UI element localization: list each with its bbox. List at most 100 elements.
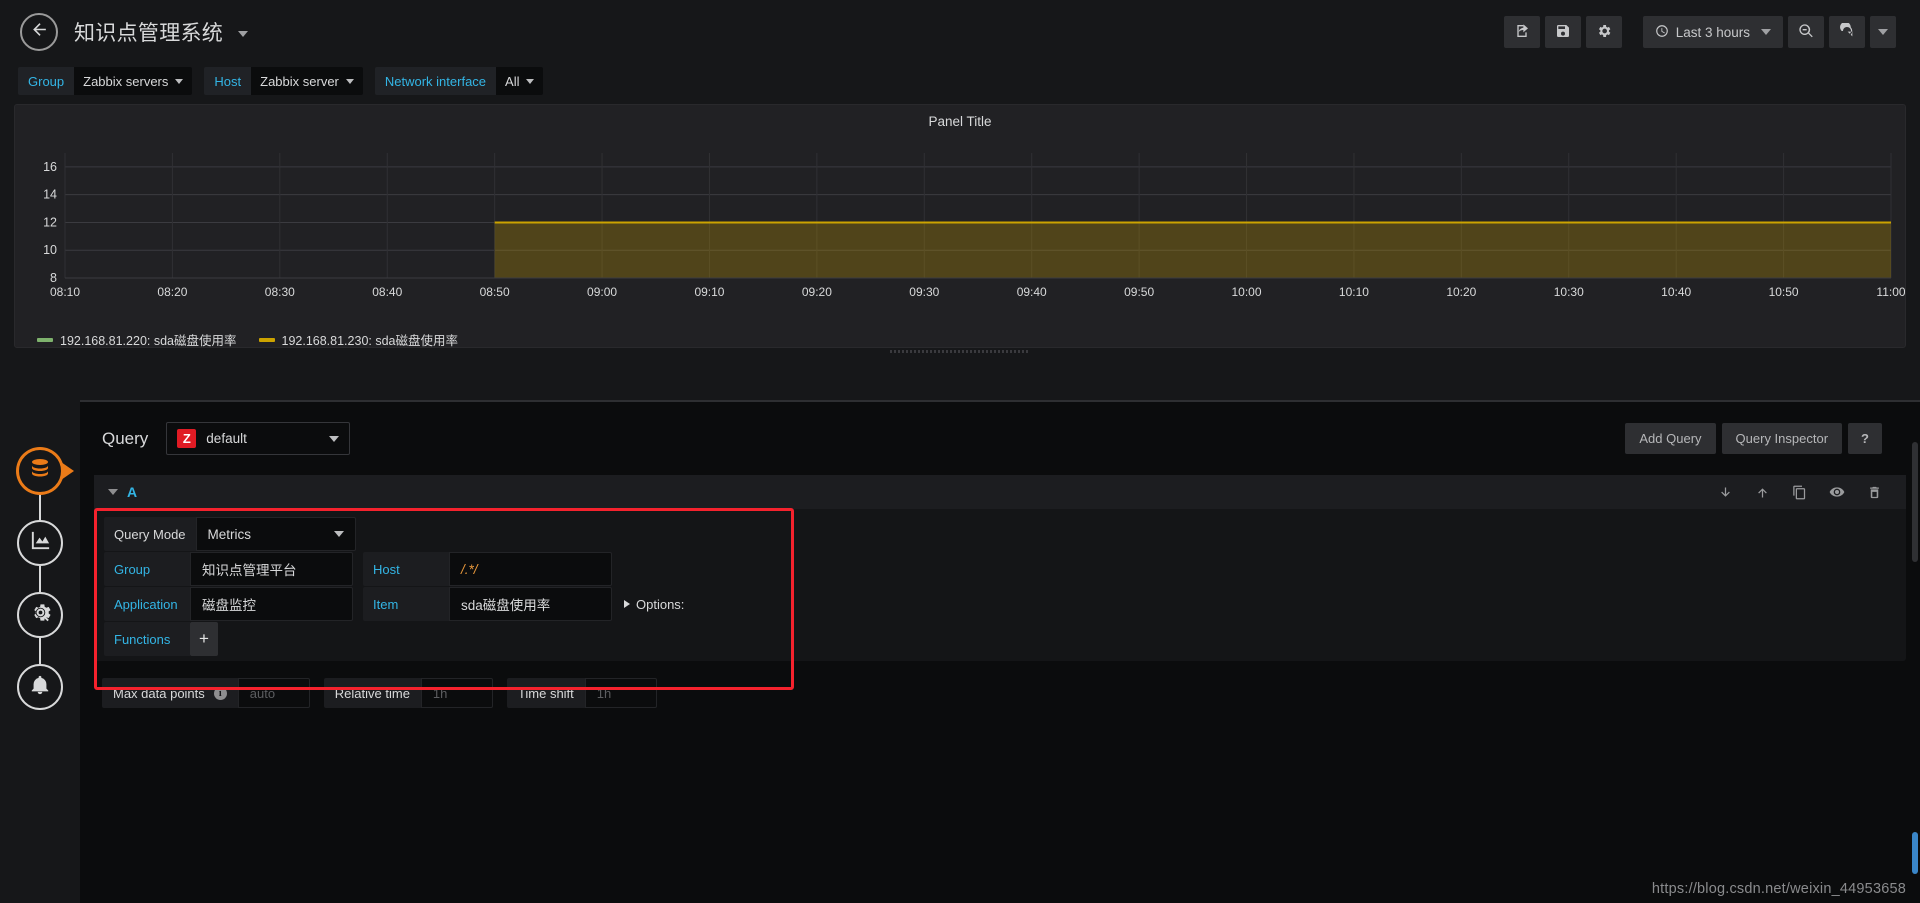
query-editor-header: Query Z default Add Query Query Inspecto…: [80, 402, 1920, 455]
zoom-out-button[interactable]: [1788, 16, 1824, 48]
time-shift-input[interactable]: 1h: [584, 678, 657, 708]
move-query-down-button[interactable]: [1718, 484, 1733, 500]
svg-text:08:10: 08:10: [50, 285, 80, 299]
legend-series-label: 192.168.81.230: sda磁盘使用率: [281, 334, 459, 348]
duplicate-query-button[interactable]: [1792, 484, 1807, 500]
svg-text:08:20: 08:20: [157, 285, 187, 299]
panel-resize-handle[interactable]: [890, 346, 1030, 356]
item-label: Item: [363, 587, 449, 621]
panel-title[interactable]: Panel Title: [15, 105, 1905, 129]
panel-editor-sidebar: [0, 448, 80, 710]
sidebar-item-visualization[interactable]: [17, 520, 63, 566]
svg-text:09:00: 09:00: [587, 285, 617, 299]
chevron-right-icon: [624, 600, 630, 608]
query-mode-value: Metrics: [207, 526, 252, 542]
variable-value-group[interactable]: Zabbix servers: [74, 67, 193, 95]
legend-item[interactable]: 192.168.81.220: sda磁盘使用率: [37, 330, 237, 349]
relative-time-label-wrap: Relative time: [323, 678, 421, 708]
graph-svg: 16 14 12 10 808:10 08:20 08:30 08:40 08:50 09:00 0…: [43, 153, 1905, 299]
application-label: Application: [104, 587, 190, 621]
dashboard-title[interactable]: 知识点管理系统: [74, 17, 249, 47]
svg-text:12: 12: [43, 215, 57, 229]
query-mode-select[interactable]: Metrics: [195, 517, 356, 551]
query-mode-row: Query Mode Metrics: [94, 517, 1906, 551]
sidebar-connector: [39, 638, 41, 664]
legend-series-label: 192.168.81.220: sda磁盘使用率: [60, 334, 237, 348]
host-input[interactable]: /.*/: [449, 552, 612, 586]
query-row-header: A: [94, 475, 1906, 509]
graph-plot-area[interactable]: 16 14 12 10 8 08:10 08:20 08:30 08:40 08:50 09:00 0…: [15, 131, 1905, 326]
editor-scrollbar[interactable]: [1912, 442, 1918, 562]
variable-label-network-interface: Network interface: [374, 67, 497, 95]
time-range-picker[interactable]: Last 3 hours: [1642, 16, 1783, 48]
relative-time-placeholder: 1h: [432, 685, 448, 701]
editor-scrollbar-thumb[interactable]: [1912, 832, 1918, 874]
relative-time-input[interactable]: 1h: [420, 678, 493, 708]
graph-legend: 192.168.81.220: sda磁盘使用率 192.168.81.230: …: [37, 330, 458, 349]
variable-label-group: Group: [18, 67, 75, 95]
svg-text:09:30: 09:30: [909, 285, 939, 299]
svg-text:08:40: 08:40: [372, 285, 402, 299]
query-row-actions: [1718, 484, 1892, 500]
sidebar-item-queries[interactable]: [17, 448, 63, 494]
group-input[interactable]: 知识点管理平台: [190, 552, 353, 586]
options-toggle[interactable]: Options:: [612, 587, 684, 621]
sidebar-item-alert[interactable]: [17, 664, 63, 710]
graph-panel[interactable]: Panel Title 16 14 12 10 8 08:10 08:20 08:30 08:4…: [14, 104, 1906, 353]
svg-text:09:10: 09:10: [694, 285, 724, 299]
svg-text:08:50: 08:50: [480, 285, 510, 299]
query-options-row: Max data points i auto Relative time 1h …: [102, 678, 1906, 708]
info-icon[interactable]: i: [213, 686, 227, 700]
variable-host[interactable]: Host Zabbix server: [204, 67, 363, 95]
save-dashboard-button[interactable]: [1544, 16, 1581, 48]
svg-text:16: 16: [43, 160, 57, 174]
max-data-points-input[interactable]: auto: [237, 678, 310, 708]
gear-wrench-icon: [29, 601, 52, 629]
group-label: Group: [104, 552, 190, 586]
variable-group[interactable]: Group Zabbix servers: [18, 67, 193, 95]
variable-network-interface[interactable]: Network interface All: [374, 67, 544, 95]
help-button[interactable]: ?: [1848, 423, 1882, 454]
sidebar-connector: [39, 566, 41, 592]
delete-query-button[interactable]: [1867, 484, 1882, 500]
add-query-button[interactable]: Add Query: [1625, 423, 1716, 454]
move-query-up-button[interactable]: [1755, 484, 1770, 500]
svg-text:11:00: 11:00: [1876, 285, 1905, 299]
max-data-points-label-wrap: Max data points i: [102, 678, 238, 708]
variable-value-network-interface[interactable]: All: [496, 67, 544, 95]
sidebar-item-general[interactable]: [17, 592, 63, 638]
svg-text:09:50: 09:50: [1124, 285, 1154, 299]
refresh-button[interactable]: [1829, 16, 1865, 48]
topnav-actions: Last 3 hours: [1503, 16, 1906, 48]
datasource-picker[interactable]: Z default: [166, 422, 351, 455]
variable-value-host[interactable]: Zabbix server: [251, 67, 363, 95]
back-button[interactable]: [20, 13, 58, 51]
chevron-down-icon[interactable]: [108, 489, 118, 495]
item-input[interactable]: sda磁盘使用率: [449, 587, 612, 621]
dashboard-settings-button[interactable]: [1585, 16, 1622, 48]
legend-color-swatch: [37, 337, 53, 342]
variable-value-group-text: Zabbix servers: [83, 73, 169, 89]
arrow-left-icon: [30, 20, 49, 44]
variable-value-network-interface-text: All: [505, 73, 520, 89]
svg-text:10:10: 10:10: [1339, 285, 1369, 299]
relative-time-label: Relative time: [334, 685, 410, 701]
toggle-query-visibility-button[interactable]: [1829, 484, 1845, 500]
query-section-title: Query: [102, 428, 149, 448]
add-function-button[interactable]: +: [190, 622, 218, 656]
chevron-down-icon: [175, 78, 184, 84]
time-shift-placeholder: 1h: [596, 685, 612, 701]
save-icon: [1555, 23, 1571, 42]
share-dashboard-button[interactable]: [1503, 16, 1540, 48]
variable-value-host-text: Zabbix server: [260, 73, 339, 89]
template-variables-bar: Group Zabbix servers Host Zabbix server …: [0, 64, 1920, 98]
svg-text:10:40: 10:40: [1661, 285, 1691, 299]
legend-item[interactable]: 192.168.81.230: sda磁盘使用率: [258, 330, 459, 349]
query-ref-id[interactable]: A: [127, 484, 137, 500]
application-input[interactable]: 磁盘监控: [190, 587, 353, 621]
gear-icon: [1596, 23, 1612, 42]
chevron-down-icon: [238, 31, 249, 38]
sidebar-connector: [39, 494, 41, 520]
refresh-interval-dropdown[interactable]: [1870, 16, 1896, 48]
query-inspector-button[interactable]: Query Inspector: [1721, 423, 1843, 454]
